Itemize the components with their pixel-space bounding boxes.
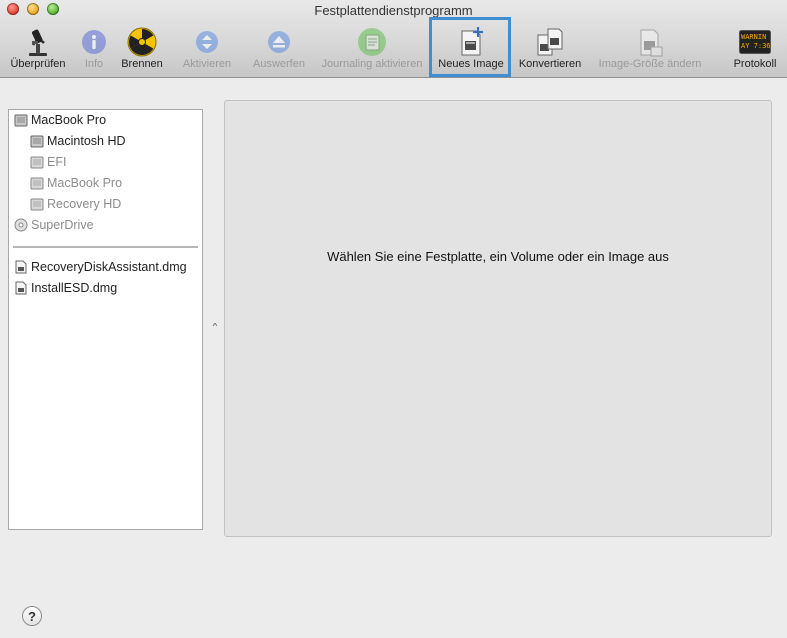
sidebar-item-efi[interactable]: EFI xyxy=(30,152,66,172)
mount-button-label: Aktivieren xyxy=(182,58,232,70)
volume-icon xyxy=(30,156,44,169)
convert-icon xyxy=(534,27,566,57)
sidebar-item-label: Macintosh HD xyxy=(47,134,126,148)
convert-button-label: Konvertieren xyxy=(518,58,582,70)
dmg-file-icon xyxy=(15,281,27,295)
mount-icon xyxy=(191,27,223,57)
eject-icon xyxy=(263,27,295,57)
burn-button[interactable]: Brennen xyxy=(118,27,166,75)
dmg-file-icon xyxy=(15,260,27,274)
disk-icon xyxy=(14,114,28,127)
help-button[interactable]: ? xyxy=(22,606,42,626)
sidebar-item-macbook-pro-volume[interactable]: MacBook Pro xyxy=(30,173,122,193)
burn-icon xyxy=(126,27,158,57)
eject-button[interactable]: Auswerfen xyxy=(248,27,310,75)
volume-icon xyxy=(30,135,44,148)
microscope-icon xyxy=(22,27,54,57)
resize-image-button[interactable]: Image-Größe ändern xyxy=(592,27,708,75)
info-button[interactable]: Info xyxy=(78,27,110,75)
disk-utility-window: Festplattendienstprogramm Überprüfen Inf… xyxy=(0,0,787,638)
sidebar-separator xyxy=(13,246,198,248)
sidebar-item-recoverydiskassistant-dmg[interactable]: RecoveryDiskAssistant.dmg xyxy=(14,257,187,277)
verify-button[interactable]: Überprüfen xyxy=(6,27,70,75)
optical-drive-icon xyxy=(14,218,28,232)
log-button-label: Protokoll xyxy=(733,58,777,70)
sidebar-item-label: RecoveryDiskAssistant.dmg xyxy=(31,260,187,274)
sidebar-item-superdrive[interactable]: SuperDrive xyxy=(14,215,94,235)
log-button[interactable]: WARNIN AY 7:36 Protokoll xyxy=(728,27,782,75)
toolbar: Festplattendienstprogramm Überprüfen Inf… xyxy=(0,0,787,78)
burn-button-label: Brennen xyxy=(121,58,163,70)
info-icon xyxy=(78,27,110,57)
sidebar-item-label: Recovery HD xyxy=(47,197,122,211)
sidebar-item-installesd-dmg[interactable]: InstallESD.dmg xyxy=(14,278,117,298)
info-button-label: Info xyxy=(84,58,104,70)
verify-button-label: Überprüfen xyxy=(10,58,66,70)
resize-image-icon xyxy=(634,27,666,57)
log-console-icon: WARNIN AY 7:36 xyxy=(739,27,771,57)
sidebar-item-label: EFI xyxy=(47,155,67,169)
eject-button-label: Auswerfen xyxy=(253,58,305,70)
volume-icon xyxy=(30,177,44,190)
window-title: Festplattendienstprogramm xyxy=(314,3,473,18)
sidebar-item-macintosh-hd[interactable]: Macintosh HD xyxy=(30,131,126,151)
detail-panel: Wählen Sie eine Festplatte, ein Volume o… xyxy=(224,100,772,537)
sidebar-resize-handle[interactable] xyxy=(212,318,218,327)
new-image-highlight xyxy=(429,17,511,77)
sidebar-item-label: SuperDrive xyxy=(31,218,94,232)
sidebar-item-label: MacBook Pro xyxy=(31,113,107,127)
sidebar-item-label: MacBook Pro xyxy=(47,176,123,190)
volume-icon xyxy=(30,198,44,211)
enable-journaling-button-label: Journaling aktivieren xyxy=(321,58,423,70)
mount-button[interactable]: Aktivieren xyxy=(178,27,236,75)
svg-text:AY 7:36: AY 7:36 xyxy=(741,42,771,50)
sidebar-item-macbook-pro-disk[interactable]: MacBook Pro xyxy=(14,110,106,130)
enable-journaling-button[interactable]: Journaling aktivieren xyxy=(316,27,428,75)
empty-selection-message: Wählen Sie eine Festplatte, ein Volume o… xyxy=(327,249,669,264)
journaling-icon xyxy=(356,27,388,57)
svg-text:WARNIN: WARNIN xyxy=(741,33,766,41)
sidebar-item-label: InstallESD.dmg xyxy=(31,281,118,295)
convert-button[interactable]: Konvertieren xyxy=(515,27,585,75)
help-button-label: ? xyxy=(28,608,36,624)
sidebar-item-recovery-hd[interactable]: Recovery HD xyxy=(30,194,121,214)
resize-image-button-label: Image-Größe ändern xyxy=(598,58,702,70)
device-sidebar[interactable]: MacBook Pro Macintosh HD EFI MacBook Pro… xyxy=(8,109,203,530)
